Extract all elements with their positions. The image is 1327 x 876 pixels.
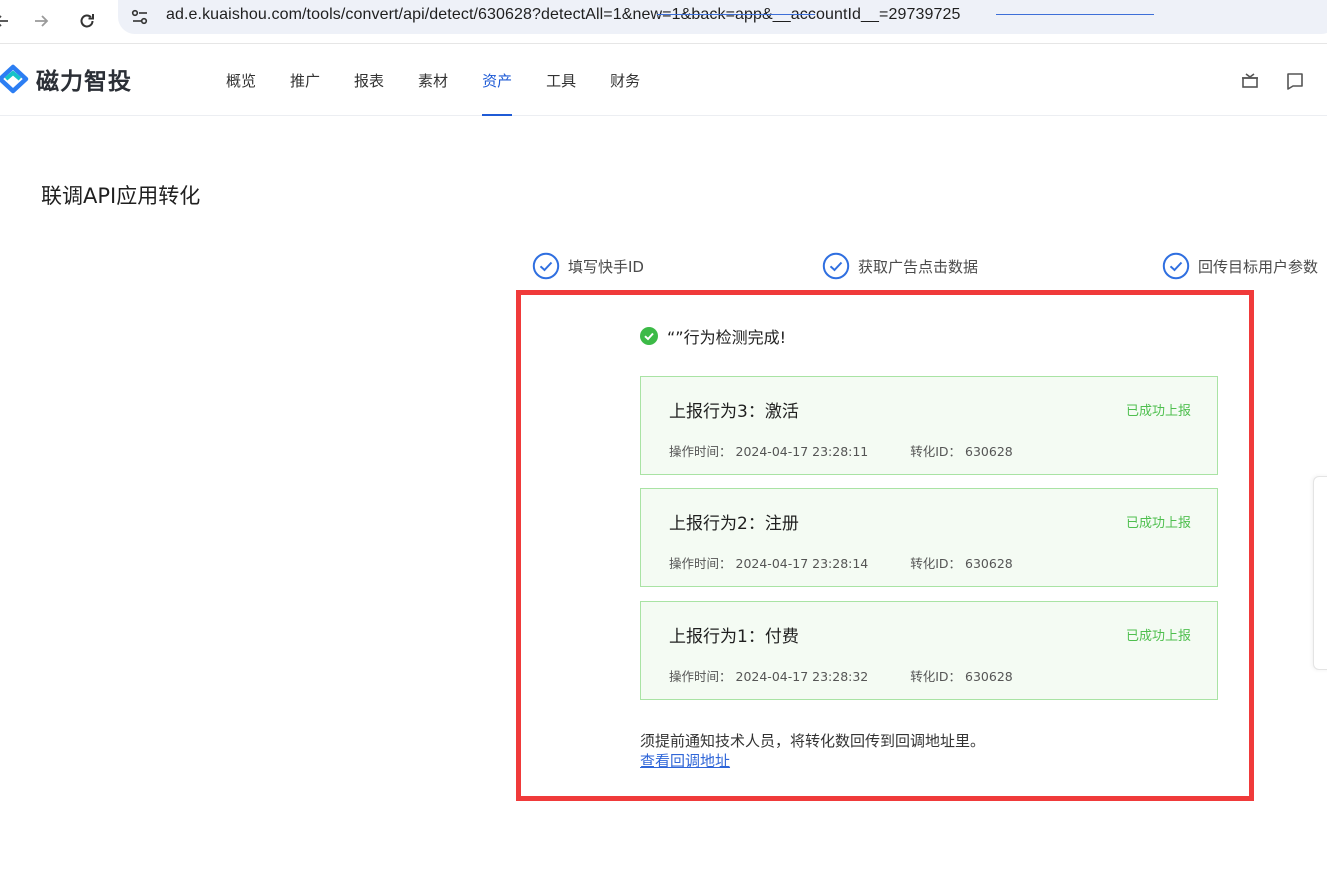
- status-badge: 已成功上报: [1125, 516, 1191, 531]
- card-title: 上报行为1：付费: [669, 627, 799, 647]
- status-badge: 已成功上报: [1125, 629, 1191, 644]
- result-headline-text: “”行为检测完成!: [667, 328, 786, 347]
- side-panel-tab[interactable]: [1313, 476, 1327, 670]
- id-label: 转化ID：: [910, 669, 962, 684]
- time-label: 操作时间：: [669, 444, 732, 459]
- result-headline: “”行为检测完成!: [640, 324, 786, 348]
- logo[interactable]: 磁力智投: [0, 62, 132, 96]
- gift-icon[interactable]: [1240, 70, 1260, 90]
- step-1: 填写快手ID: [532, 251, 644, 281]
- card-meta: 操作时间： 2024-04-17 23:28:32 转化ID： 630628: [669, 666, 1013, 685]
- card-title: 上报行为2：注册: [669, 514, 799, 534]
- report-card: 上报行为2：注册 已成功上报 操作时间： 2024-04-17 23:28:14…: [640, 488, 1218, 587]
- time-value: 2024-04-17 23:28:32: [735, 669, 869, 684]
- id-label: 转化ID：: [910, 556, 962, 571]
- step-connector: [996, 14, 1154, 15]
- id-value: 630628: [965, 669, 1013, 684]
- browser-toolbar: ad.e.kuaishou.com/tools/convert/api/dete…: [0, 0, 1327, 44]
- id-label: 转化ID：: [910, 444, 962, 459]
- time-label: 操作时间：: [669, 669, 732, 684]
- forward-icon[interactable]: [27, 7, 55, 35]
- step-connector: [657, 14, 815, 15]
- main-menu: 概览 推广 报表 素材 资产 工具 财务: [210, 44, 658, 116]
- menu-item-assets[interactable]: 资产: [466, 44, 528, 116]
- logo-text: 磁力智投: [36, 69, 132, 95]
- message-icon[interactable]: [1285, 70, 1305, 90]
- menu-item-materials[interactable]: 素材: [402, 44, 464, 116]
- step-2: 获取广告点击数据: [822, 251, 978, 281]
- view-callback-url-link[interactable]: 查看回调地址: [640, 750, 730, 771]
- report-card: 上报行为1：付费 已成功上报 操作时间： 2024-04-17 23:28:32…: [640, 601, 1218, 700]
- report-card: 上报行为3：激活 已成功上报 操作时间： 2024-04-17 23:28:11…: [640, 376, 1218, 475]
- step-label: 填写快手ID: [568, 257, 644, 276]
- app-header: 磁力智投 概览 推广 报表 素材 资产 工具 财务: [0, 44, 1327, 116]
- address-bar[interactable]: ad.e.kuaishou.com/tools/convert/api/dete…: [118, 0, 1327, 34]
- menu-item-overview[interactable]: 概览: [210, 44, 272, 116]
- step-label: 获取广告点击数据: [858, 257, 979, 276]
- page-title: 联调API应用转化: [41, 184, 201, 208]
- check-circle-icon: [1162, 252, 1190, 280]
- check-circle-icon: [532, 252, 560, 280]
- notice-text: 须提前通知技术人员，将转化数回传到回调地址里。: [640, 732, 986, 750]
- check-circle-icon: [822, 252, 850, 280]
- menu-item-promotion[interactable]: 推广: [274, 44, 336, 116]
- id-value: 630628: [965, 444, 1013, 459]
- back-icon[interactable]: [0, 7, 16, 35]
- card-meta: 操作时间： 2024-04-17 23:28:14 转化ID： 630628: [669, 553, 1013, 572]
- site-settings-icon[interactable]: [130, 7, 150, 27]
- card-meta: 操作时间： 2024-04-17 23:28:11 转化ID： 630628: [669, 441, 1013, 460]
- menu-item-finance[interactable]: 财务: [594, 44, 656, 116]
- time-label: 操作时间：: [669, 556, 732, 571]
- menu-item-reports[interactable]: 报表: [338, 44, 400, 116]
- step-label: 回传目标用户参数: [1198, 257, 1319, 276]
- url-text[interactable]: ad.e.kuaishou.com/tools/convert/api/dete…: [166, 6, 961, 24]
- time-value: 2024-04-17 23:28:11: [735, 444, 869, 459]
- menu-item-tools[interactable]: 工具: [530, 44, 592, 116]
- success-icon: [640, 327, 658, 345]
- status-badge: 已成功上报: [1125, 404, 1191, 419]
- step-3: 回传目标用户参数: [1162, 251, 1318, 281]
- time-value: 2024-04-17 23:28:14: [735, 556, 869, 571]
- id-value: 630628: [965, 556, 1013, 571]
- logo-icon: [0, 64, 29, 94]
- card-title: 上报行为3：激活: [669, 402, 799, 422]
- reload-icon[interactable]: [73, 7, 101, 35]
